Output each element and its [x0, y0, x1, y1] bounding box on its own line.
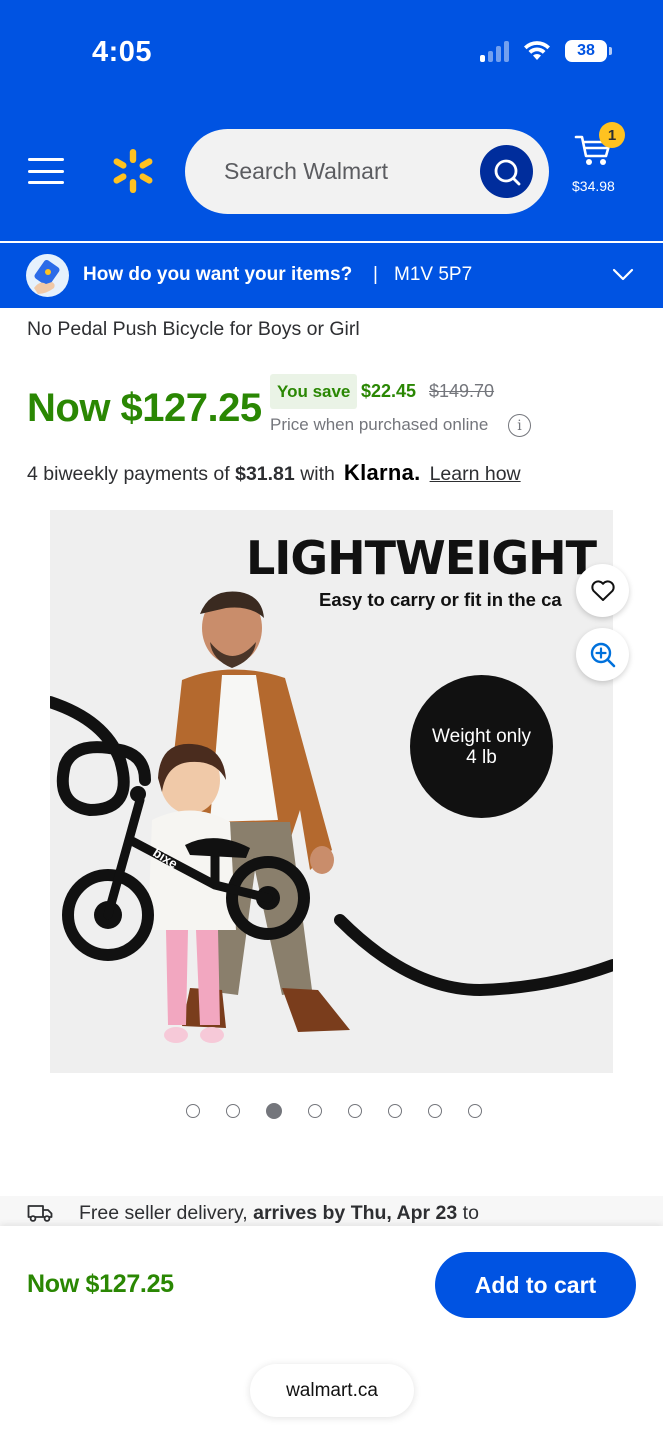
- carousel-dot[interactable]: [308, 1104, 322, 1118]
- carousel-dot[interactable]: [186, 1104, 200, 1118]
- carousel-dot[interactable]: [468, 1104, 482, 1118]
- hamburger-menu-icon[interactable]: [28, 158, 64, 184]
- weight-badge-line1: Weight only: [432, 725, 531, 747]
- info-icon[interactable]: i: [508, 414, 531, 437]
- fulfillment-selector[interactable]: How do you want your items? | M1V 5P7: [0, 243, 663, 308]
- walmart-spark-icon[interactable]: [108, 146, 158, 196]
- favorite-button[interactable]: [576, 564, 629, 617]
- save-amount: $22.45: [361, 381, 417, 401]
- wifi-icon: [524, 41, 550, 60]
- you-save-badge: You save: [270, 374, 358, 409]
- product-image[interactable]: bixe LIGHTWEIGHT Easy to carry or fit in…: [50, 510, 613, 1073]
- product-title: No Pedal Push Bicycle for Boys or Girl: [27, 318, 360, 340]
- add-to-cart-button[interactable]: Add to cart: [435, 1252, 636, 1318]
- chevron-down-icon[interactable]: [612, 268, 634, 282]
- cellular-signal-icon: [480, 40, 509, 62]
- carousel-dot[interactable]: [348, 1104, 362, 1118]
- cart-button[interactable]: 1 $34.98: [568, 122, 628, 216]
- search-input[interactable]: Search Walmart: [185, 129, 549, 214]
- carousel-dots: [186, 1103, 482, 1119]
- search-button[interactable]: [480, 145, 533, 198]
- cart-count-badge: 1: [599, 122, 625, 148]
- carousel-dot[interactable]: [428, 1104, 442, 1118]
- weight-badge-line2: 4 lb: [466, 746, 497, 768]
- battery-level: 38: [577, 42, 595, 59]
- browser-url-bar[interactable]: walmart.ca: [250, 1364, 414, 1417]
- fulfillment-question: How do you want your items?: [83, 264, 353, 285]
- heart-icon: [590, 579, 615, 601]
- delivery-suffix: to: [462, 1202, 479, 1224]
- search-icon: [494, 159, 520, 185]
- carousel-dot[interactable]: [226, 1104, 240, 1118]
- weight-badge: Weight only 4 lb: [410, 675, 553, 818]
- klarna-payment-line: 4 biweekly payments of $31.81 with Klarn…: [27, 460, 521, 486]
- klarna-amount: $31.81: [235, 463, 295, 485]
- delivery-info: Free seller delivery, arrives by Thu, Ap…: [0, 1196, 663, 1226]
- cart-total: $34.98: [572, 178, 615, 194]
- klarna-with: with: [300, 463, 335, 485]
- delivery-prefix: Free seller delivery,: [79, 1202, 248, 1224]
- app-header: Search Walmart 1 $34.98: [0, 110, 663, 241]
- status-bar: 4:05 38: [0, 0, 663, 110]
- fulfillment-icon: [26, 254, 69, 297]
- was-price: $149.70: [429, 381, 495, 401]
- learn-how-link[interactable]: Learn how: [430, 463, 521, 486]
- delivery-date: arrives by Thu, Apr 23: [253, 1202, 458, 1224]
- status-icons: 38: [480, 40, 612, 62]
- zoom-button[interactable]: [576, 628, 629, 681]
- klarna-prefix: 4 biweekly payments of: [27, 463, 230, 485]
- postal-code: M1V 5P7: [394, 264, 473, 285]
- battery-icon: 38: [565, 40, 612, 62]
- carousel-dot[interactable]: [388, 1104, 402, 1118]
- truck-icon: [27, 1205, 53, 1222]
- current-price: Now $127.25: [27, 386, 262, 430]
- klarna-logo: Klarna.: [343, 460, 421, 485]
- carousel-dot[interactable]: [266, 1103, 282, 1119]
- image-subtitle: Easy to carry or fit in the ca: [319, 589, 562, 610]
- bottom-price: Now $127.25: [27, 1270, 174, 1298]
- status-time: 4:05: [92, 36, 153, 68]
- zoom-in-icon: [590, 642, 615, 667]
- image-headline: LIGHTWEIGHT: [246, 531, 597, 585]
- price-note: Price when purchased online: [270, 415, 489, 434]
- search-placeholder: Search Walmart: [224, 158, 389, 184]
- delivery-text: Free seller delivery, arrives by Thu, Ap…: [79, 1202, 479, 1225]
- fulfillment-separator: |: [373, 264, 378, 285]
- bottom-action-bar: Now $127.25 Add to cart walmart.ca: [0, 1226, 663, 1440]
